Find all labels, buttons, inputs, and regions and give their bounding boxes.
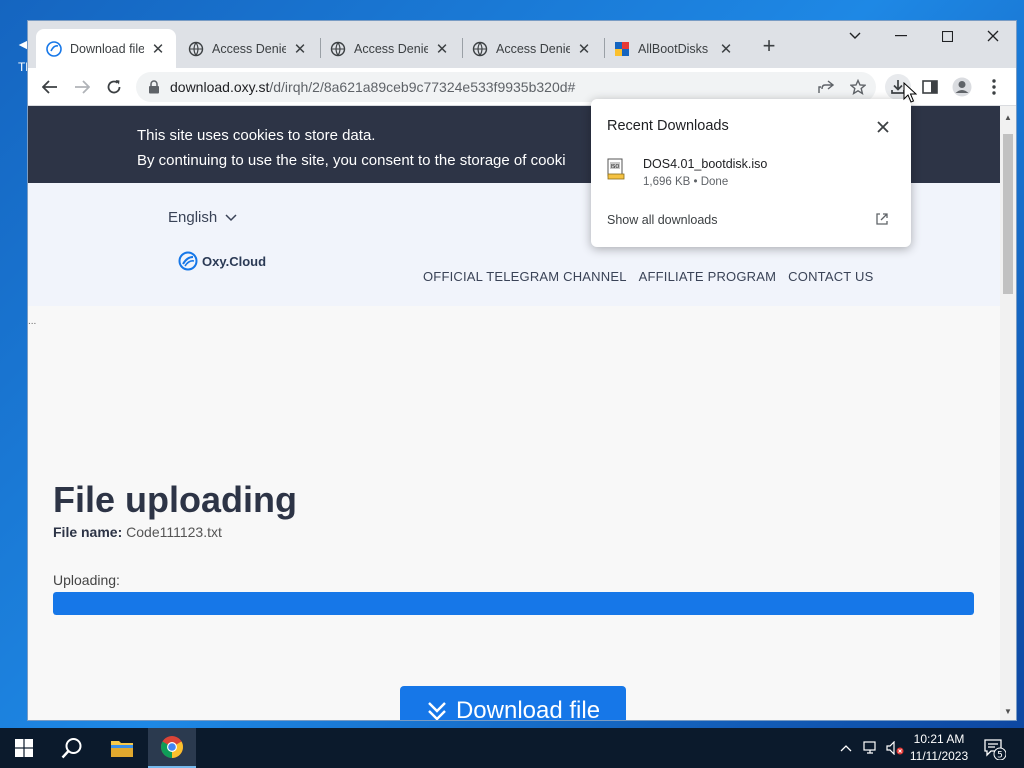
- nav-link-affiliate[interactable]: AFFILIATE PROGRAM: [639, 269, 777, 284]
- tab-title: Download file: [70, 41, 144, 56]
- tab-access-denied-3[interactable]: Access Denied ✕: [462, 29, 602, 68]
- scroll-thumb[interactable]: [1003, 134, 1013, 294]
- close-tab-icon[interactable]: ✕: [434, 41, 450, 58]
- close-downloads-icon[interactable]: [873, 117, 893, 137]
- back-button[interactable]: [36, 73, 64, 101]
- download-file-meta: 1,696 KB • Done: [643, 176, 729, 188]
- lock-icon: [149, 80, 159, 94]
- notification-center-button[interactable]: 5: [982, 736, 1007, 761]
- maximize-button[interactable]: [924, 21, 970, 51]
- tab-allbootdisks[interactable]: AllBootDisks I ✕: [604, 29, 744, 68]
- oxy-favicon-icon: [46, 40, 62, 57]
- tab-title: Access Denied: [212, 41, 286, 56]
- tab-access-denied-2[interactable]: Access Denied ✕: [320, 29, 460, 68]
- scroll-down-arrow-icon[interactable]: ▼: [1000, 704, 1016, 718]
- folder-icon: [111, 741, 133, 757]
- taskbar: 10:21 AM 11/11/2023 5: [0, 728, 1024, 768]
- more-menu-icon[interactable]: [981, 74, 1007, 100]
- file-name-line: File name: Code111123.txt: [53, 524, 222, 540]
- forward-button[interactable]: [68, 73, 96, 101]
- desktop-icon-label-fragment: Tl: [18, 60, 28, 74]
- file-name-value: Code111123.txt: [126, 524, 222, 540]
- tab-search-chevron-icon[interactable]: [832, 21, 878, 51]
- scroll-up-arrow-icon[interactable]: ▲: [1000, 110, 1016, 124]
- mouse-cursor-icon: [903, 82, 917, 103]
- site-nav: OFFICIAL TELEGRAM CHANNEL AFFILIATE PROG…: [423, 269, 873, 284]
- close-tab-icon[interactable]: ✕: [150, 41, 166, 58]
- url-path: /d/irqh/2/8a621a89ceb9c77324e533f9935b32…: [269, 79, 576, 95]
- tab-strip: Download file ✕ Access Denied ✕ Access D…: [28, 21, 1016, 68]
- download-file-label: Download file: [455, 697, 601, 720]
- logo-text: Oxy.Cloud: [202, 253, 267, 269]
- minimize-button[interactable]: [878, 21, 924, 51]
- iso-file-icon: ISO: [607, 158, 625, 180]
- globe-denied-icon: [330, 41, 346, 56]
- chevron-down-icon: [225, 213, 237, 221]
- address-bar[interactable]: download.oxy.st/d/irqh/2/8a621a89ceb9c77…: [136, 72, 876, 102]
- new-tab-button[interactable]: +: [757, 33, 781, 58]
- tab-title: Access Denied: [496, 41, 570, 56]
- double-chevron-down-icon: [428, 702, 446, 720]
- chrome-taskbar-button[interactable]: [148, 728, 196, 768]
- file-name-label: File name:: [53, 524, 123, 540]
- upload-progress-fill: [53, 592, 974, 615]
- search-icon: [61, 738, 82, 759]
- download-item[interactable]: ISO DOS4.01_bootdisk.iso 1,696 KB • Done: [607, 157, 897, 195]
- file-explorer-button[interactable]: [98, 728, 146, 768]
- tab-access-denied-1[interactable]: Access Denied ✕: [178, 29, 318, 68]
- profile-avatar-icon[interactable]: [949, 74, 975, 100]
- reload-button[interactable]: [100, 73, 128, 101]
- clock-date: 11/11/2023: [909, 749, 969, 763]
- close-tab-icon[interactable]: ✕: [718, 41, 734, 58]
- close-tab-icon[interactable]: ✕: [292, 41, 308, 58]
- globe-denied-icon: [188, 41, 204, 56]
- search-button[interactable]: [48, 728, 96, 768]
- download-file-button[interactable]: Download file: [400, 686, 626, 720]
- url-host: download.oxy.st: [170, 79, 270, 95]
- allbootdisks-favicon-icon: [615, 41, 629, 56]
- show-hidden-icons-chevron-icon[interactable]: [836, 728, 856, 768]
- tab-title: AllBootDisks I: [638, 41, 712, 56]
- notification-count: 5: [997, 751, 1003, 761]
- uploading-label: Uploading:: [53, 572, 120, 588]
- svg-text:ISO: ISO: [611, 164, 620, 170]
- close-window-button[interactable]: [970, 21, 1016, 51]
- globe-denied-icon: [472, 41, 488, 56]
- page-title: File uploading: [53, 479, 297, 520]
- chrome-icon: [161, 736, 183, 758]
- share-icon[interactable]: [813, 74, 839, 100]
- nav-link-contact[interactable]: CONTACT US: [788, 269, 873, 284]
- volume-muted-icon[interactable]: [884, 728, 906, 768]
- language-label: English: [168, 209, 218, 226]
- bookmark-star-icon[interactable]: [845, 74, 871, 100]
- side-panel-icon[interactable]: [917, 74, 943, 100]
- oxy-cloud-logo[interactable]: Oxy.Cloud: [178, 251, 266, 271]
- nav-link-telegram[interactable]: OFFICIAL TELEGRAM CHANNEL: [423, 269, 627, 284]
- upload-progress-bar: [53, 592, 974, 615]
- downloads-heading: Recent Downloads: [607, 118, 729, 134]
- start-button[interactable]: [0, 728, 48, 768]
- page-scrollbar[interactable]: ▲ ▼: [1000, 106, 1016, 720]
- ellipsis-marker: ...: [28, 316, 37, 327]
- tab-title: Access Denied: [354, 41, 428, 56]
- show-all-downloads-link[interactable]: Show all downloads: [607, 213, 718, 227]
- tab-download-file[interactable]: Download file ✕: [36, 29, 176, 68]
- notification-icon: 5: [984, 739, 1007, 761]
- downloads-bubble: Recent Downloads ISO DOS4.01_bootdisk.is…: [591, 99, 911, 247]
- network-icon[interactable]: [860, 728, 882, 768]
- close-tab-icon[interactable]: ✕: [576, 41, 592, 58]
- windows-logo-icon: [15, 739, 33, 757]
- download-file-name: DOS4.01_bootdisk.iso: [643, 157, 768, 171]
- open-external-icon[interactable]: [875, 212, 889, 226]
- language-selector[interactable]: English: [168, 209, 237, 226]
- oxy-logo-icon: [178, 251, 198, 271]
- clock-time: 10:21 AM: [913, 732, 965, 746]
- system-clock[interactable]: 10:21 AM 11/11/2023: [904, 731, 974, 765]
